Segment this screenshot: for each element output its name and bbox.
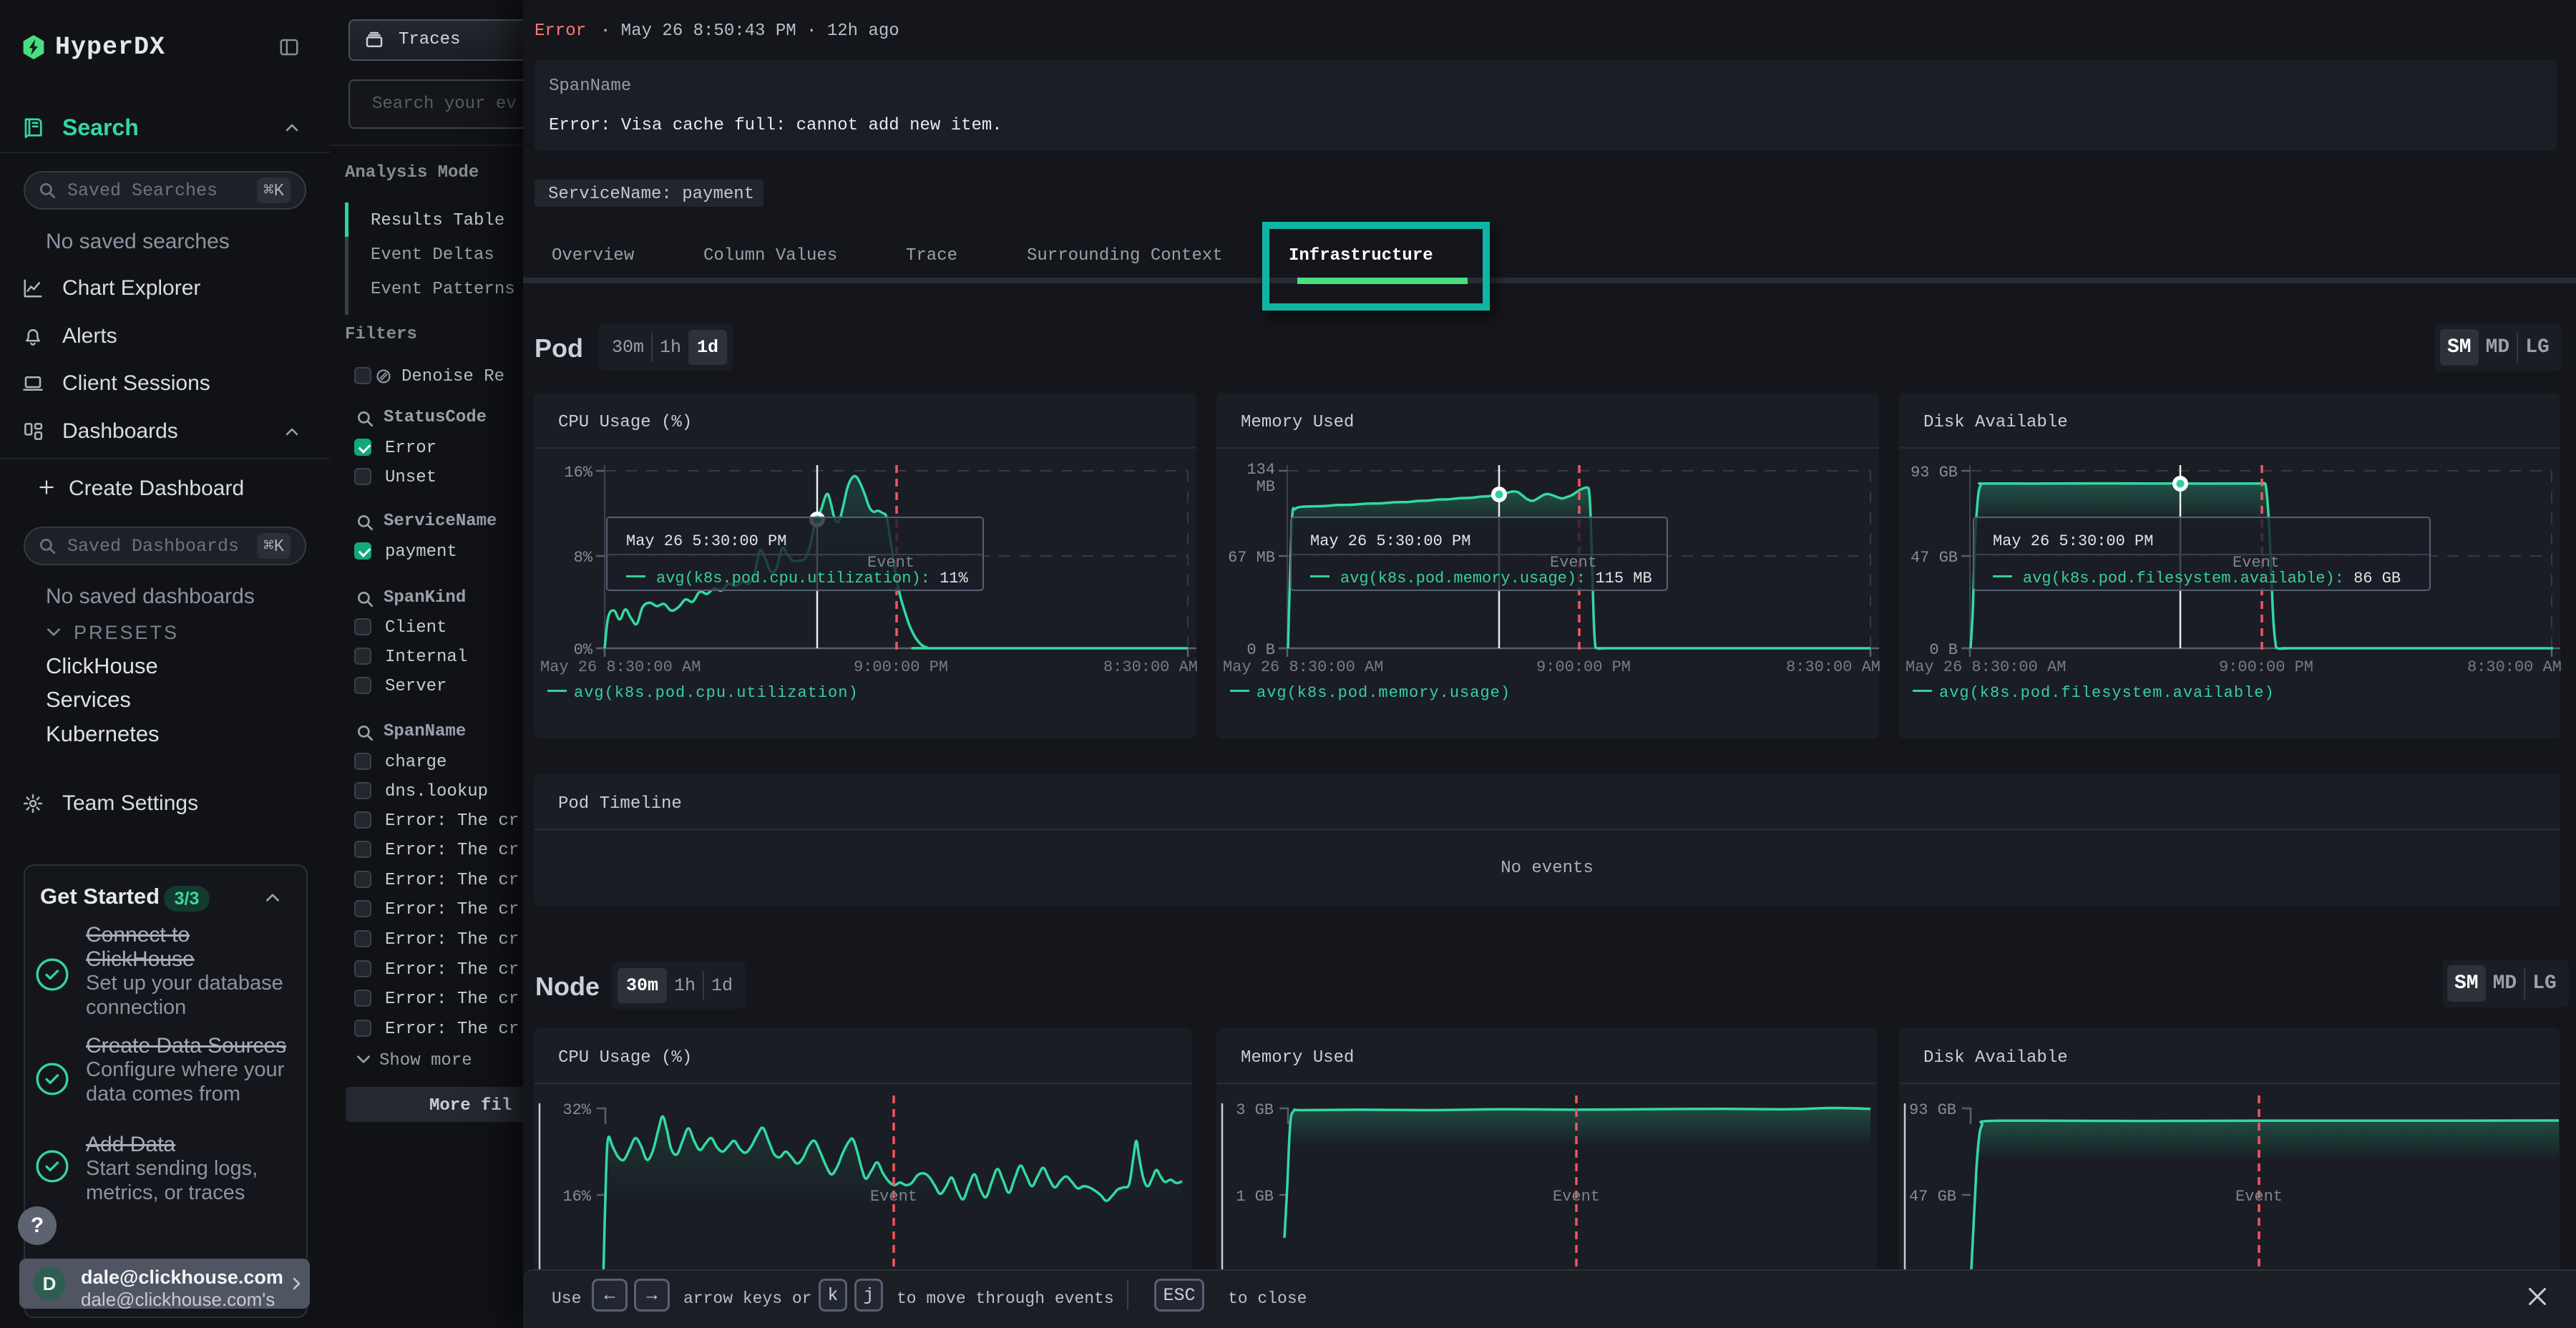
- svg-text:Event: Event: [1553, 1188, 1600, 1206]
- svg-text:8%: 8%: [574, 549, 593, 567]
- svg-text:MB: MB: [1257, 478, 1275, 496]
- svg-text:Event: Event: [870, 1188, 917, 1206]
- svg-text:0%: 0%: [574, 641, 593, 659]
- svg-text:67 MB: 67 MB: [1228, 549, 1275, 567]
- svg-text:32%: 32%: [562, 1101, 591, 1119]
- svg-text:May 26 8:30:00 AM: May 26 8:30:00 AM: [1223, 658, 1383, 676]
- svg-text:16%: 16%: [564, 464, 592, 482]
- svg-text:Event: Event: [2235, 1188, 2283, 1206]
- svg-text:0 B: 0 B: [1929, 641, 1958, 659]
- svg-text:8:30:00 AM: 8:30:00 AM: [2467, 658, 2562, 676]
- svg-text:0 B: 0 B: [1246, 641, 1275, 659]
- svg-text:1 GB: 1 GB: [1236, 1188, 1274, 1206]
- svg-text:9:00:00 PM: 9:00:00 PM: [854, 658, 948, 676]
- svg-text:93 GB: 93 GB: [1911, 464, 1958, 482]
- svg-text:8:30:00 AM: 8:30:00 AM: [1103, 658, 1198, 676]
- svg-text:9:00:00 PM: 9:00:00 PM: [2219, 658, 2313, 676]
- svg-text:93 GB: 93 GB: [1909, 1101, 1956, 1119]
- svg-text:May 26 8:30:00 AM: May 26 8:30:00 AM: [1906, 658, 2066, 676]
- svg-text:16%: 16%: [562, 1188, 591, 1206]
- svg-text:3 GB: 3 GB: [1236, 1101, 1274, 1119]
- svg-text:134: 134: [1246, 461, 1275, 479]
- svg-text:May 26 8:30:00 AM: May 26 8:30:00 AM: [540, 658, 701, 676]
- svg-text:47 GB: 47 GB: [1911, 549, 1958, 567]
- svg-text:8:30:00 AM: 8:30:00 AM: [1786, 658, 1880, 676]
- svg-text:47 GB: 47 GB: [1909, 1188, 1956, 1206]
- svg-text:9:00:00 PM: 9:00:00 PM: [1536, 658, 1631, 676]
